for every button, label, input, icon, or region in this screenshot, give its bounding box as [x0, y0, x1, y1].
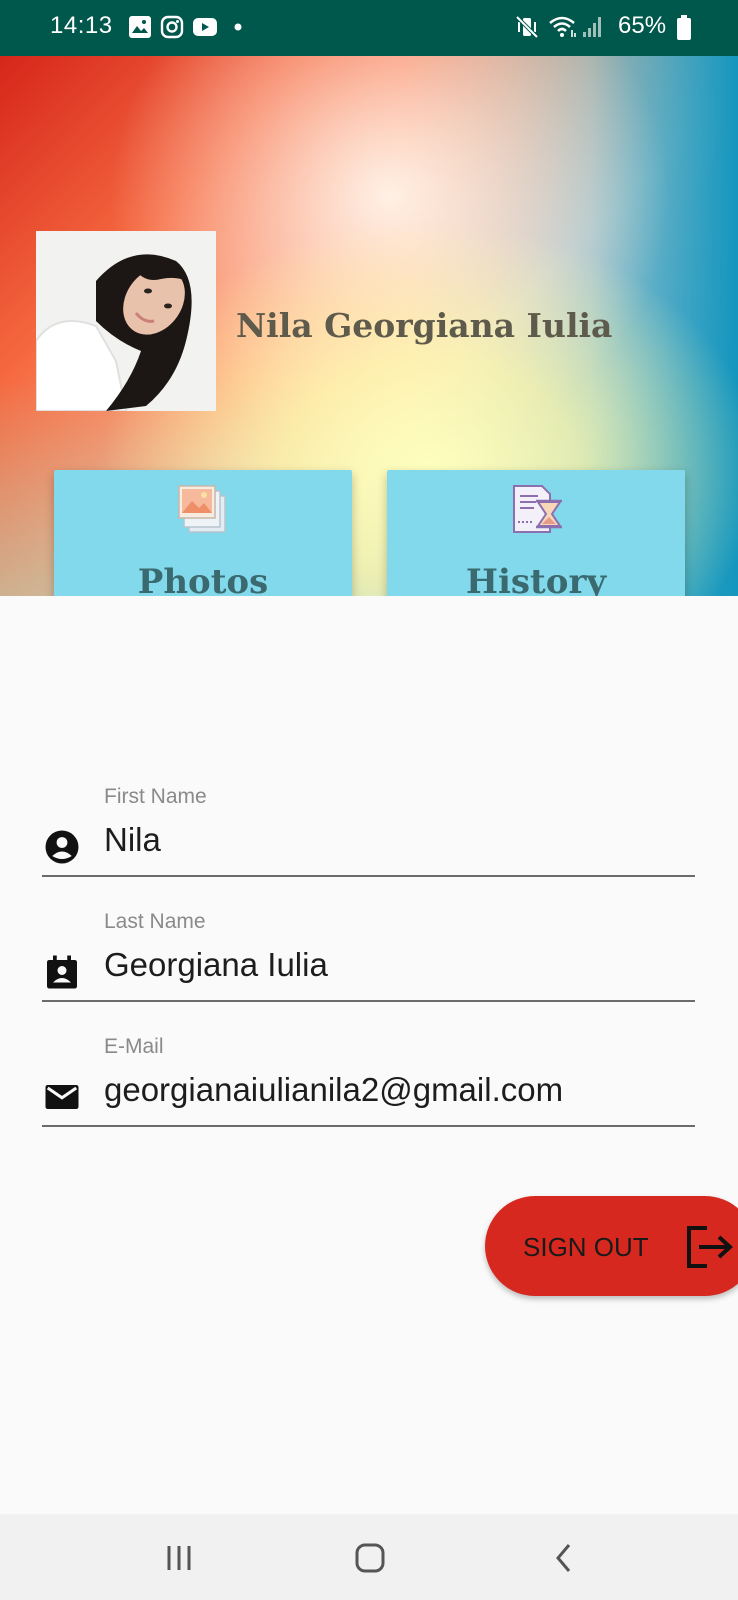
profile-header: Nila Georgiana Iulia Photos History [0, 56, 738, 596]
account-circle-icon [45, 830, 79, 864]
wifi-icon [549, 16, 576, 37]
contact-calendar-icon [47, 955, 77, 989]
status-time: 14:13 [50, 12, 113, 39]
email-input[interactable] [104, 1071, 684, 1109]
mute-vibrate-icon [515, 15, 539, 39]
image-icon [129, 16, 151, 38]
last-name-field: Last Name [42, 910, 695, 1010]
email-icon [45, 1085, 79, 1109]
system-nav-bar [0, 1514, 738, 1600]
last-name-label: Last Name [104, 910, 206, 933]
profile-name: Nila Georgiana Iulia [236, 306, 613, 345]
last-name-underline [42, 1000, 695, 1002]
history-icon [513, 485, 562, 533]
battery-icon [677, 15, 691, 40]
home-icon[interactable] [348, 1536, 392, 1580]
first-name-label: First Name [104, 785, 207, 808]
status-bar: 14:13 65% [0, 0, 738, 56]
last-name-input[interactable] [104, 946, 684, 984]
logout-icon [687, 1226, 733, 1268]
profile-photo [36, 231, 216, 411]
sign-out-button[interactable]: SIGN OUT [485, 1196, 738, 1296]
battery-percent: 65% [618, 12, 667, 39]
signal-icon [583, 17, 601, 37]
email-underline [42, 1125, 695, 1127]
email-label: E-Mail [104, 1035, 164, 1058]
history-label: History [465, 562, 607, 596]
youtube-icon [193, 18, 217, 36]
photos-card[interactable]: Photos [54, 470, 352, 596]
recent-apps-icon[interactable] [157, 1536, 201, 1580]
email-field: E-Mail [42, 1035, 695, 1135]
dot-icon [234, 23, 242, 31]
history-card[interactable]: History [387, 470, 685, 596]
photos-icon [178, 485, 226, 533]
back-icon[interactable] [542, 1536, 586, 1580]
photos-label: Photos [137, 562, 269, 596]
sign-out-label: SIGN OUT [523, 1232, 649, 1262]
first-name-input[interactable] [104, 821, 684, 859]
first-name-field: First Name [42, 785, 695, 885]
instagram-icon [160, 15, 184, 39]
avatar [36, 231, 216, 411]
first-name-underline [42, 875, 695, 877]
